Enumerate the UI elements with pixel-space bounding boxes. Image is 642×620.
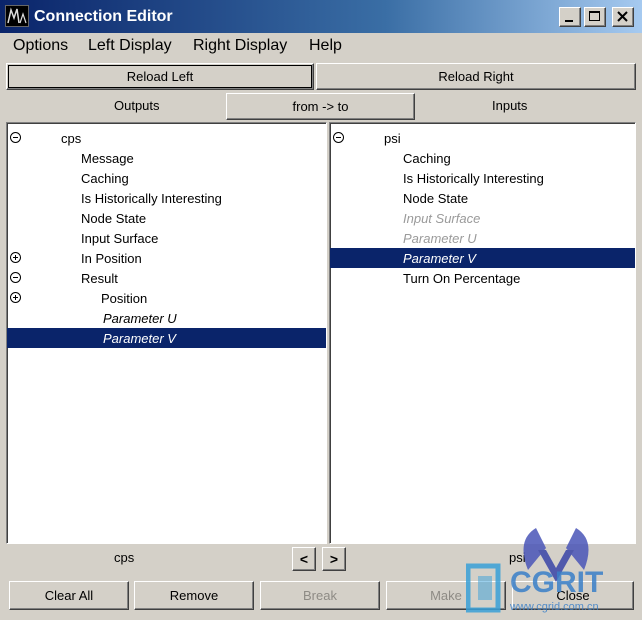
list-item[interactable]: Parameter U [7,308,326,328]
list-item-label: Result [81,271,118,286]
list-item[interactable]: Message [7,148,326,168]
maximize-icon[interactable] [584,7,606,27]
list-item[interactable]: In Position [7,248,326,268]
list-item[interactable]: Parameter U [330,228,635,248]
left-outputs-list[interactable]: cps Message Caching Is Historically Interes… [6,122,327,544]
reload-right-label: Reload Right [438,69,514,84]
menu-options[interactable]: Options [13,37,68,55]
minimize-icon[interactable] [559,7,581,27]
left-node-name: cps [114,550,135,565]
list-item-label: Node State [81,211,147,226]
direction-button[interactable]: from -> to [226,93,415,120]
expand-plus-icon[interactable] [10,252,21,263]
list-item-label: Caching [81,171,129,186]
list-item[interactable]: Parameter V [7,328,326,348]
watermark-text: CGRIT [510,566,603,599]
break-button[interactable]: Break [260,581,380,610]
expand-minus-icon[interactable] [333,132,344,143]
list-item[interactable]: Is Historically Interesting [7,188,326,208]
chevron-left-icon: < [299,551,309,567]
prev-arrow-button[interactable]: < [292,547,316,571]
list-item[interactable]: Parameter V [330,248,635,268]
list-item[interactable]: Node State [7,208,326,228]
remove-button[interactable]: Remove [134,581,254,610]
menu-help[interactable]: Help [309,37,342,55]
watermark-url: www.cgrid.com.cn [509,601,599,613]
expand-minus-icon[interactable] [10,132,21,143]
list-item-label: Caching [403,151,451,166]
expand-minus-icon[interactable] [10,272,21,283]
list-item-label: cps [61,131,82,146]
maya-logo-icon[interactable] [5,5,29,27]
make-label: Make [430,588,462,603]
clear-all-label: Clear All [44,588,94,603]
menu-right-display[interactable]: Right Display [193,37,287,55]
reload-right-button[interactable]: Reload Right [316,63,636,90]
list-item-label: Input Surface [81,231,159,246]
list-item-label: Is Historically Interesting [403,171,544,186]
menu-left-display[interactable]: Left Display [88,37,172,55]
list-item[interactable]: Input Surface [7,228,326,248]
list-item[interactable]: psi [330,128,635,148]
list-item-label: In Position [81,251,142,266]
list-item[interactable]: Input Surface [330,208,635,228]
inputs-header: Inputs [492,98,528,113]
list-item[interactable]: Node State [330,188,635,208]
reload-left-button[interactable]: Reload Left [6,63,314,90]
remove-label: Remove [169,588,219,603]
close-icon[interactable] [612,7,634,27]
list-item-label: Is Historically Interesting [81,191,222,206]
list-item[interactable]: Is Historically Interesting [330,168,635,188]
reload-left-label: Reload Left [126,69,194,84]
list-item[interactable]: Caching [330,148,635,168]
menu-bar: Options Left Display Right Display Help [0,33,642,59]
break-label: Break [303,588,337,603]
right-inputs-list[interactable]: psi Caching Is Historically Interesting Nod… [329,122,636,544]
list-item-label: Parameter V [403,251,476,266]
list-item[interactable]: Caching [7,168,326,188]
expand-plus-icon[interactable] [10,292,21,303]
cgrit-watermark-logo: CGRIT www.cgrid.com.cn [465,520,638,616]
list-item-label: Position [101,291,148,306]
list-item-label: Node State [403,191,469,206]
window-title: Connection Editor [34,8,173,25]
list-item-label: Parameter V [103,331,176,346]
list-item[interactable]: Position [7,288,326,308]
list-item-label: Parameter U [403,231,477,246]
direction-label: from -> to [292,99,349,114]
list-item-label: psi [384,131,401,146]
list-item-label: Parameter U [103,311,177,326]
list-item[interactable]: Turn On Percentage [330,268,635,288]
next-arrow-button[interactable]: > [322,547,346,571]
list-item[interactable]: cps [7,128,326,148]
list-item[interactable]: Result [7,268,326,288]
title-bar: Connection Editor [0,0,642,33]
chevron-right-icon: > [329,551,339,567]
outputs-header: Outputs [114,98,160,113]
list-item-label: Turn On Percentage [403,271,521,286]
clear-all-button[interactable]: Clear All [9,581,129,610]
list-item-label: Input Surface [403,211,481,226]
list-item-label: Message [81,151,134,166]
